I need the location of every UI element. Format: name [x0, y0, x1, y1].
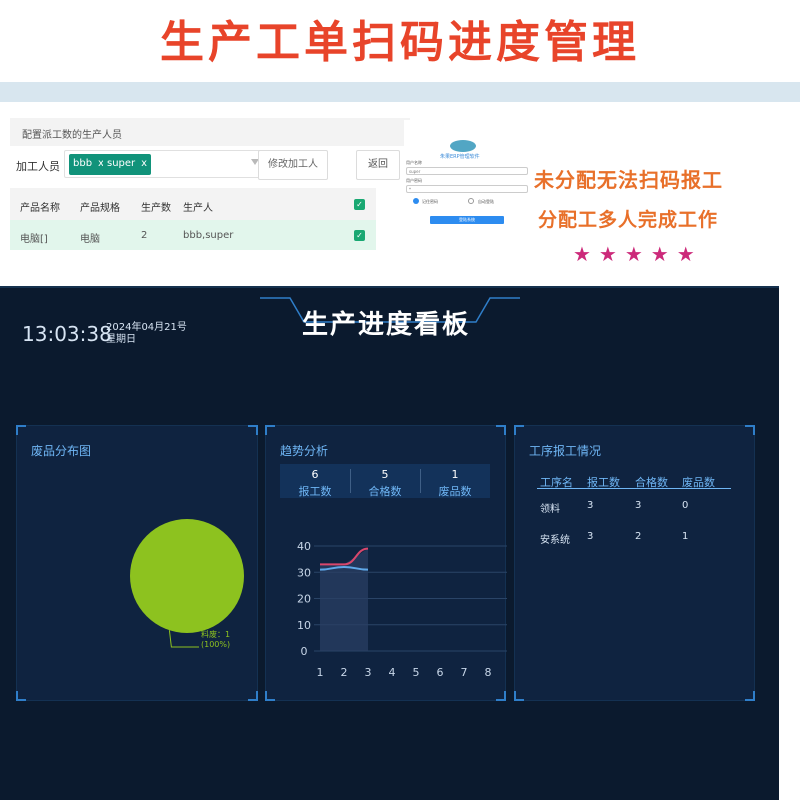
- weekday: 星期日: [106, 334, 136, 345]
- qualified-count-cell: 3: [635, 500, 642, 511]
- table-row[interactable]: 电脑[] 电脑 2 bbb,super ✓: [10, 220, 376, 250]
- column-header: 生产人: [183, 203, 213, 214]
- pie-slice: [130, 519, 244, 633]
- worker-tag-label: bbb: [73, 158, 93, 169]
- product-spec-cell: 电脑: [80, 234, 100, 245]
- corner-decoration: [514, 425, 524, 435]
- worker-multiselect[interactable]: bbb x super x: [64, 150, 266, 178]
- banner-divider: [0, 82, 800, 102]
- corner-decoration: [745, 425, 755, 435]
- production-dashboard: 生产进度看板 13:03:38 2024年04月21号 星期日 废品分布图 料废…: [0, 286, 780, 800]
- worker-label: 加工人员: [16, 160, 60, 173]
- y-tick-label: 20: [297, 593, 311, 606]
- worker-tag[interactable]: super x: [103, 154, 152, 175]
- assign-panel-header: 配置派工数的生产人员: [10, 118, 410, 146]
- x-tick-label: 5: [413, 666, 420, 679]
- tag-remove-icon[interactable]: x: [141, 158, 147, 169]
- waste-pie-chart: [130, 519, 244, 648]
- trend-analysis-panel: 趋势分析 6 报工数 5 合格数 1 废品数 0 10 20 30 40 1 2 3 4 5 6 7 8…: [265, 425, 507, 701]
- back-button[interactable]: 返回: [356, 150, 400, 180]
- password-field[interactable]: *: [406, 185, 528, 193]
- row-checkbox[interactable]: ✓: [354, 230, 365, 241]
- login-button[interactable]: 登陆系统: [430, 216, 504, 224]
- remember-password-label: 记住密码: [422, 199, 438, 204]
- username-label: 用户名称: [406, 160, 422, 165]
- y-tick-label: 0: [301, 645, 308, 658]
- report-count-cell: 3: [587, 500, 594, 511]
- process-name-cell: 安系统: [540, 535, 570, 546]
- y-tick-label: 30: [297, 566, 311, 579]
- worker-tag-label: super: [107, 158, 136, 169]
- x-tick-label: 3: [365, 666, 372, 679]
- pie-slice-label: 料废：1 (100%): [201, 630, 231, 649]
- y-tick-label: 40: [297, 540, 311, 553]
- waste-distribution-panel: 废品分布图 料废：1 (100%): [16, 425, 258, 701]
- auto-login-radio[interactable]: [468, 198, 474, 204]
- assign-workers-panel: 配置派工数的生产人员 加工人员 bbb x super x 修改加工人 返回 产品名…: [10, 118, 410, 282]
- username-field[interactable]: super: [406, 167, 528, 175]
- qualified-count-cell: 2: [635, 531, 642, 542]
- auto-login-label: 自动登陆: [478, 199, 494, 204]
- x-tick-label: 6: [437, 666, 444, 679]
- column-header: 生产数: [141, 203, 171, 214]
- date: 2024年04月21号: [106, 322, 187, 333]
- login-brand: 朱果ERP管理软件: [440, 154, 480, 160]
- x-tick-label: 7: [461, 666, 468, 679]
- process-report-panel: 工序报工情况 工序名 报工数 合格数 废品数 领料 3 3 0 安系统 3 2 …: [514, 425, 755, 701]
- page-edge: [779, 286, 800, 800]
- logo-icon: [450, 140, 476, 152]
- promo-line-1: 未分配无法扫码报工: [534, 168, 723, 192]
- x-tick-label: 1: [317, 666, 324, 679]
- workers-cell: bbb,super: [183, 230, 234, 241]
- waste-count-cell: 0: [682, 500, 689, 511]
- process-panel-title: 工序报工情况: [529, 444, 602, 458]
- remember-password-radio[interactable]: [413, 198, 419, 204]
- password-label: 用户密码: [406, 178, 422, 183]
- banner-title: 生产工单扫码进度管理: [160, 17, 640, 68]
- star-rating: ★★★★★: [573, 242, 703, 266]
- process-name-cell: 领料: [540, 504, 560, 515]
- table-header: 产品名称 产品规格 生产数 生产人 ✓: [10, 188, 376, 220]
- corner-decoration: [514, 691, 524, 701]
- column-header: 产品名称: [20, 203, 60, 214]
- promo-line-2: 分配工多人完成工作: [538, 209, 719, 231]
- login-form-thumbnail: 朱果ERP管理软件 用户名称 super 用户密码 * 记住密码 自动登陆 登陆…: [404, 120, 530, 230]
- y-tick-label: 10: [297, 619, 311, 632]
- header-underline: [537, 488, 731, 489]
- clock: 13:03:38: [22, 322, 112, 346]
- column-header: 产品规格: [80, 203, 120, 214]
- edit-workers-button[interactable]: 修改加工人: [258, 150, 328, 180]
- waste-count-cell: 1: [682, 531, 689, 542]
- date-display: 2024年04月21号 星期日: [106, 322, 187, 346]
- product-name-cell: 电脑[]: [20, 234, 48, 245]
- x-tick-label: 2: [341, 666, 348, 679]
- trend-line-chart: 010203040123456789: [297, 540, 507, 679]
- report-count-cell: 3: [587, 531, 594, 542]
- quantity-cell: 2: [141, 230, 148, 241]
- corner-decoration: [745, 691, 755, 701]
- select-all-checkbox[interactable]: ✓: [354, 199, 365, 210]
- x-tick-label: 4: [389, 666, 396, 679]
- x-tick-label: 8: [485, 666, 492, 679]
